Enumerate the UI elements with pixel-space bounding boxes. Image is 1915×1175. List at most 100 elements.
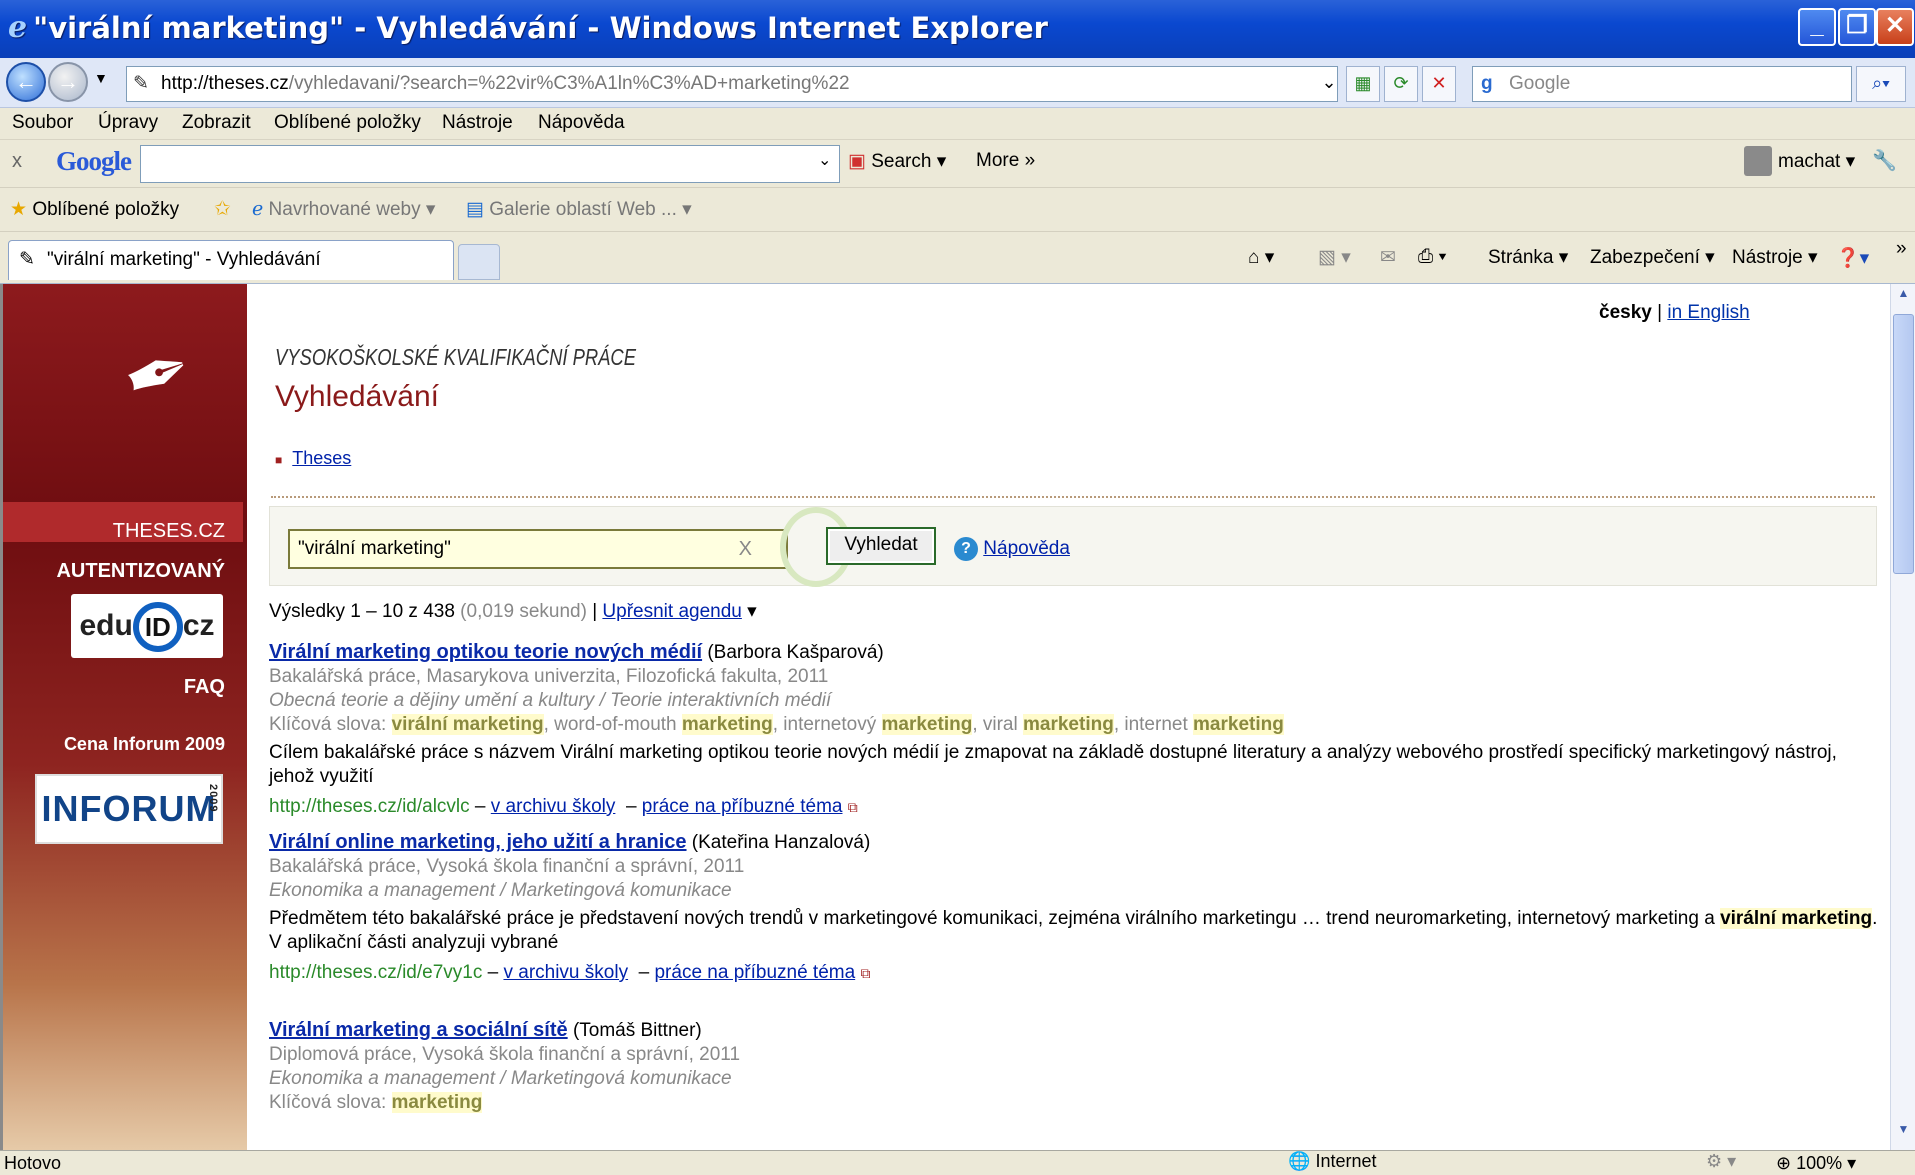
menu-edit[interactable]: Úpravy bbox=[98, 112, 158, 134]
google-search-input[interactable] bbox=[140, 145, 840, 183]
google-logo: Google bbox=[56, 146, 132, 177]
page-menu[interactable]: Stránka ▾ bbox=[1488, 246, 1568, 269]
google-search-button[interactable]: ▣ Search ▾ bbox=[848, 150, 946, 173]
eduid-logo[interactable]: edu ID cz bbox=[71, 594, 223, 658]
results-range: Výsledky 1 – 10 z 438 bbox=[269, 601, 455, 622]
tab-title: "virální marketing" - Vyhledávání bbox=[47, 249, 321, 270]
web-slice-gallery-button[interactable]: ▤ Galerie oblastí Web ... ▾ bbox=[466, 198, 692, 221]
bullet-icon: ■ bbox=[275, 453, 283, 467]
archive-link[interactable]: v archivu školy bbox=[503, 962, 628, 983]
favorites-button[interactable]: ★ Oblíbené položky bbox=[10, 198, 179, 221]
new-tab-button[interactable] bbox=[458, 244, 500, 280]
forward-button[interactable]: → bbox=[48, 62, 88, 102]
scrollbar-thumb[interactable] bbox=[1893, 314, 1914, 574]
menu-view[interactable]: Zobrazit bbox=[182, 112, 251, 134]
status-text: Hotovo bbox=[4, 1153, 62, 1173]
add-favorite-icon[interactable]: ✩ bbox=[214, 196, 231, 221]
result-item: Virální marketing optikou teorie nových … bbox=[269, 640, 1879, 819]
zoom-control[interactable]: ⊕ 100% ▾ bbox=[1776, 1153, 1856, 1174]
lang-english-link[interactable]: in English bbox=[1667, 302, 1749, 323]
result-title-link[interactable]: Virální marketing optikou teorie nových … bbox=[269, 641, 702, 663]
results-time: (0,019 sekund) bbox=[460, 601, 587, 622]
site-favicon-icon: ✎ bbox=[133, 73, 149, 94]
help-icon: ? bbox=[954, 537, 978, 561]
mail-icon[interactable]: ✉ bbox=[1380, 246, 1396, 269]
suggested-sites-button[interactable]: ℯ Navrhované weby ▾ bbox=[252, 198, 435, 221]
menu-help[interactable]: Nápověda bbox=[538, 112, 625, 134]
user-avatar-icon[interactable] bbox=[1744, 146, 1772, 176]
related-topic-link[interactable]: práce na příbuzné téma bbox=[654, 962, 855, 983]
result-url[interactable]: http://theses.cz/id/alcvlc bbox=[269, 796, 470, 817]
ie-page-icon: ▤ bbox=[466, 199, 484, 220]
security-menu[interactable]: Zabezpečení ▾ bbox=[1590, 246, 1715, 269]
wrench-icon[interactable]: 🔧 bbox=[1872, 148, 1897, 173]
menu-bar: Soubor Úpravy Zobrazit Oblíbené položky … bbox=[0, 108, 1915, 140]
scroll-up-icon[interactable]: ▲ bbox=[1893, 286, 1914, 310]
eduid-text-edu: edu bbox=[79, 609, 133, 642]
external-link-icon: ⧉ bbox=[847, 799, 858, 815]
maximize-button[interactable]: ❐ bbox=[1838, 8, 1876, 46]
google-search-icon: ▣ bbox=[848, 151, 866, 172]
menu-favorites[interactable]: Oblíbené položky bbox=[274, 112, 421, 134]
print-icon[interactable]: ⎙ ▾ bbox=[1418, 246, 1446, 268]
vertical-scrollbar[interactable]: ▲ ▼ bbox=[1890, 284, 1915, 1150]
zone-indicator[interactable]: 🌐 Internet bbox=[1288, 1151, 1376, 1172]
history-dropdown-icon[interactable]: ▼ bbox=[94, 70, 108, 86]
stop-icon[interactable]: ✕ bbox=[1422, 66, 1456, 102]
keyword-highlight: marketing bbox=[1023, 714, 1114, 735]
compatibility-icon[interactable]: ▦ bbox=[1346, 66, 1380, 102]
related-topic-link[interactable]: práce na příbuzné téma bbox=[642, 796, 843, 817]
search-box[interactable]: g Google bbox=[1472, 66, 1852, 102]
web-slice-gallery-label: Galerie oblastí Web ... bbox=[489, 199, 677, 220]
lang-separator: | bbox=[1657, 302, 1663, 323]
url-path: /vyhledavani/?search=%22vir%C3%A1ln%C3%A… bbox=[288, 73, 850, 94]
inforum-logo[interactable]: INFORUM 2009 bbox=[35, 774, 223, 844]
result-author: (Kateřina Hanzalová) bbox=[691, 832, 871, 853]
refresh-icon[interactable]: ⟳ bbox=[1384, 66, 1418, 102]
tools-menu-label: Nástroje bbox=[1732, 247, 1803, 268]
inforum-text: INFORUM bbox=[41, 788, 217, 829]
home-icon[interactable]: ⌂ ▾ bbox=[1248, 246, 1274, 269]
search-input[interactable]: "virální marketing" X bbox=[288, 529, 788, 569]
help-menu-icon[interactable]: ❓▾ bbox=[1836, 246, 1869, 270]
minimize-button[interactable]: _ bbox=[1798, 8, 1836, 46]
tab-active[interactable]: ✎ "virální marketing" - Vyhledávání bbox=[8, 240, 454, 280]
feeds-icon[interactable]: ▧ ▾ bbox=[1318, 246, 1351, 269]
url-dropdown-icon[interactable]: ⌄ bbox=[1316, 66, 1342, 102]
refine-agenda-link[interactable]: Upřesnit agendu bbox=[602, 601, 741, 622]
search-button[interactable]: Vyhledat bbox=[826, 527, 936, 565]
menu-file[interactable]: Soubor bbox=[12, 112, 73, 134]
scroll-down-icon[interactable]: ▼ bbox=[1893, 1122, 1914, 1146]
sidebar-item-auth[interactable]: AUTENTIZOVANÝ bbox=[56, 560, 225, 583]
eduid-text-cz: cz bbox=[182, 609, 215, 642]
breadcrumb-theses-link[interactable]: Theses bbox=[292, 448, 351, 468]
google-search-label: Search bbox=[871, 151, 932, 172]
quill-logo-icon[interactable]: ✒ bbox=[88, 305, 229, 446]
search-input-value: "virální marketing" bbox=[298, 538, 451, 559]
window-title: "virální marketing" - Vyhledávání - Wind… bbox=[33, 10, 1048, 45]
google-user-menu[interactable]: machat ▾ bbox=[1778, 150, 1855, 173]
google-more-button[interactable]: More » bbox=[976, 150, 1035, 172]
menu-tools[interactable]: Nástroje bbox=[442, 112, 513, 134]
google-dropdown-icon[interactable]: ⌄ bbox=[818, 150, 831, 170]
result-url[interactable]: http://theses.cz/id/e7vy1c bbox=[269, 962, 482, 983]
result-title-link[interactable]: Virální online marketing, jeho užití a h… bbox=[269, 831, 687, 853]
result-item: Virální marketing a sociální sítě (Tomáš… bbox=[269, 1018, 1879, 1115]
sidebar-item-faq[interactable]: FAQ bbox=[184, 676, 225, 699]
sidebar-item-theses[interactable]: THESES.CZ bbox=[113, 520, 225, 543]
protected-mode-icon[interactable]: ⚙ ▾ bbox=[1706, 1151, 1736, 1172]
search-go-icon[interactable]: ⌕▾ bbox=[1856, 66, 1906, 102]
clear-search-button[interactable]: X bbox=[739, 531, 752, 567]
result-category: Obecná teorie a dějiny umění a kultury /… bbox=[269, 690, 832, 711]
chevron-right-icon[interactable]: » bbox=[1896, 238, 1907, 260]
result-meta: Diplomová práce, Vysoká škola finanční a… bbox=[269, 1044, 741, 1065]
back-button[interactable]: ← bbox=[6, 62, 46, 102]
url-field[interactable]: ✎ http://theses.cz/vyhledavani/?search=%2… bbox=[126, 66, 1338, 102]
result-title-link[interactable]: Virální marketing a sociální sítě bbox=[269, 1019, 568, 1041]
close-button[interactable]: ✕ bbox=[1876, 8, 1914, 46]
tools-menu[interactable]: Nástroje ▾ bbox=[1732, 246, 1818, 269]
suggested-sites-label: Navrhované weby bbox=[268, 199, 421, 220]
archive-link[interactable]: v archivu školy bbox=[491, 796, 616, 817]
help-link-text[interactable]: Nápověda bbox=[983, 538, 1070, 559]
toolbar-close-icon[interactable]: x bbox=[12, 150, 22, 173]
